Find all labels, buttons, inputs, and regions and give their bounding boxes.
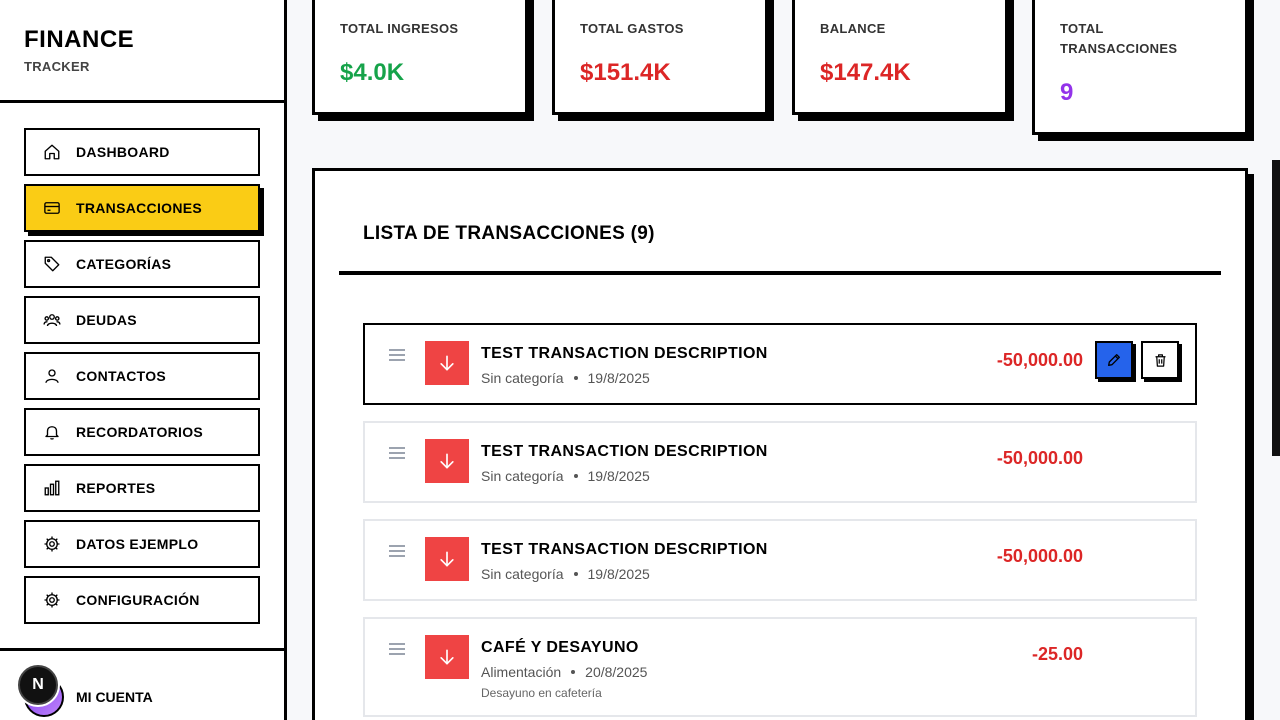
separator-dot — [573, 474, 578, 478]
stat-label: TOTAL INGRESOS — [340, 21, 459, 36]
stat-value: $4.0K — [340, 59, 405, 86]
sidebar-item-reportes[interactable]: REPORTES — [24, 464, 260, 512]
transaction-description: TEST TRANSACTION DESCRIPTION — [481, 443, 768, 460]
sidebar-item-datos-ejemplo[interactable]: DATOS EJEMPLO — [24, 520, 260, 568]
sidebar-item-label: RECORDATORIOS — [76, 424, 204, 440]
sidebar-item-contactos[interactable]: CONTACTOS — [24, 352, 260, 400]
separator-dot — [573, 572, 578, 576]
main-nav: DASHBOARD TRANSACCIONES CATEGORÍAS DEUDA… — [24, 128, 260, 632]
stat-card-balance: BALANCE $147.4K — [792, 0, 1008, 115]
sidebar-item-categorias[interactable]: CATEGORÍAS — [24, 240, 260, 288]
gear-icon — [42, 590, 62, 610]
transaction-amount: -50,000.00 — [996, 448, 1083, 468]
sidebar: FINANCE TRACKER DASHBOARD TRANSACCIONES … — [0, 0, 287, 720]
transaction-note: Desayuno en cafetería — [481, 686, 602, 700]
stat-card-count: TOTAL TRANSACCIONES 9 — [1032, 0, 1248, 135]
arrow-down-icon — [425, 635, 469, 679]
drag-handle-icon[interactable] — [389, 643, 405, 655]
stat-value: $147.4K — [820, 59, 911, 86]
transaction-row[interactable]: TEST TRANSACTION DESCRIPTION Sin categor… — [363, 519, 1197, 601]
arrow-down-icon — [425, 439, 469, 483]
transaction-category: Sin categoría — [481, 370, 564, 386]
transaction-meta: Alimentación 20/8/2025 — [481, 664, 647, 680]
sidebar-item-label: CATEGORÍAS — [76, 256, 172, 272]
arrow-down-icon — [425, 537, 469, 581]
arrow-down-icon — [425, 341, 469, 385]
transaction-amount: -50,000.00 — [996, 546, 1083, 566]
sidebar-item-label: DEUDAS — [76, 312, 137, 328]
credit-card-icon — [42, 198, 62, 218]
transaction-description: TEST TRANSACTION DESCRIPTION — [481, 345, 768, 362]
separator-dot — [573, 376, 578, 380]
transaction-category: Sin categoría — [481, 566, 564, 582]
brand-title: FINANCE — [24, 26, 135, 53]
transaction-date: 19/8/2025 — [587, 468, 650, 484]
transaction-description: TEST TRANSACTION DESCRIPTION — [481, 541, 768, 558]
stat-label: TOTAL TRANSACCIONES — [1060, 19, 1245, 59]
transaction-description: CAFÉ Y DESAYUNO — [481, 639, 639, 656]
sidebar-item-configuracion[interactable]: CONFIGURACIÓN — [24, 576, 260, 624]
drag-handle-icon[interactable] — [389, 447, 405, 459]
bell-icon — [42, 422, 62, 442]
trash-icon — [1155, 353, 1165, 367]
separator-dot — [571, 670, 576, 674]
stat-label: TOTAL GASTOS — [580, 21, 684, 36]
edit-button[interactable] — [1095, 341, 1133, 379]
transaction-row[interactable]: CAFÉ Y DESAYUNO Alimentación 20/8/2025 D… — [363, 617, 1197, 717]
sidebar-item-label: CONTACTOS — [76, 368, 167, 384]
sidebar-item-label: DATOS EJEMPLO — [76, 536, 199, 552]
nextjs-dev-badge[interactable]: N — [18, 665, 58, 705]
divider — [339, 271, 1221, 275]
transaction-date: 20/8/2025 — [585, 664, 648, 680]
sidebar-item-transacciones[interactable]: TRANSACCIONES — [24, 184, 260, 232]
transaction-row[interactable]: TEST TRANSACTION DESCRIPTION Sin categor… — [363, 323, 1197, 405]
transaction-date: 19/8/2025 — [587, 566, 650, 582]
stat-card-income: TOTAL INGRESOS $4.0K — [312, 0, 528, 115]
transaction-amount: -25.00 — [1031, 644, 1083, 664]
account-section[interactable]: N MI CUENTA — [0, 648, 284, 720]
drag-handle-icon[interactable] — [389, 349, 405, 361]
delete-button[interactable] — [1141, 341, 1179, 379]
transaction-row[interactable]: TEST TRANSACTION DESCRIPTION Sin categor… — [363, 421, 1197, 503]
user-icon — [42, 366, 62, 386]
gear-icon — [42, 534, 62, 554]
stat-label: BALANCE — [820, 21, 886, 36]
stat-label-line: TRANSACCIONES — [1060, 41, 1178, 56]
transaction-amount: -50,000.00 — [996, 350, 1083, 370]
users-icon — [42, 310, 62, 330]
pencil-icon — [1108, 354, 1120, 366]
account-label[interactable]: MI CUENTA — [76, 689, 153, 705]
brand: FINANCE TRACKER — [0, 0, 284, 103]
sidebar-item-recordatorios[interactable]: RECORDATORIOS — [24, 408, 260, 456]
stat-value: $151.4K — [580, 59, 671, 86]
transaction-category: Alimentación — [481, 664, 562, 680]
transaction-meta: Sin categoría 19/8/2025 — [481, 370, 650, 386]
home-icon — [42, 142, 62, 162]
panel-title: LISTA DE TRANSACCIONES (9) — [363, 223, 655, 244]
tag-icon — [42, 254, 62, 274]
transaction-category: Sin categoría — [481, 468, 564, 484]
transaction-meta: Sin categoría 19/8/2025 — [481, 468, 650, 484]
sidebar-item-label: DASHBOARD — [76, 144, 170, 160]
sidebar-item-label: TRANSACCIONES — [76, 200, 203, 216]
bar-chart-icon — [42, 478, 62, 498]
stat-label-line: TOTAL — [1060, 21, 1104, 36]
transaction-date: 19/8/2025 — [587, 370, 650, 386]
transaction-meta: Sin categoría 19/8/2025 — [481, 566, 650, 582]
stat-card-expenses: TOTAL GASTOS $151.4K — [552, 0, 768, 115]
stat-value: 9 — [1060, 79, 1074, 106]
transactions-panel: LISTA DE TRANSACCIONES (9) TEST TRANSACT… — [312, 168, 1248, 720]
sidebar-item-label: REPORTES — [76, 480, 156, 496]
sidebar-item-label: CONFIGURACIÓN — [76, 592, 200, 608]
sidebar-item-deudas[interactable]: DEUDAS — [24, 296, 260, 344]
drag-handle-icon[interactable] — [389, 545, 405, 557]
sidebar-item-dashboard[interactable]: DASHBOARD — [24, 128, 260, 176]
page-scrollbar[interactable] — [1272, 160, 1280, 456]
brand-subtitle: TRACKER — [24, 59, 90, 74]
